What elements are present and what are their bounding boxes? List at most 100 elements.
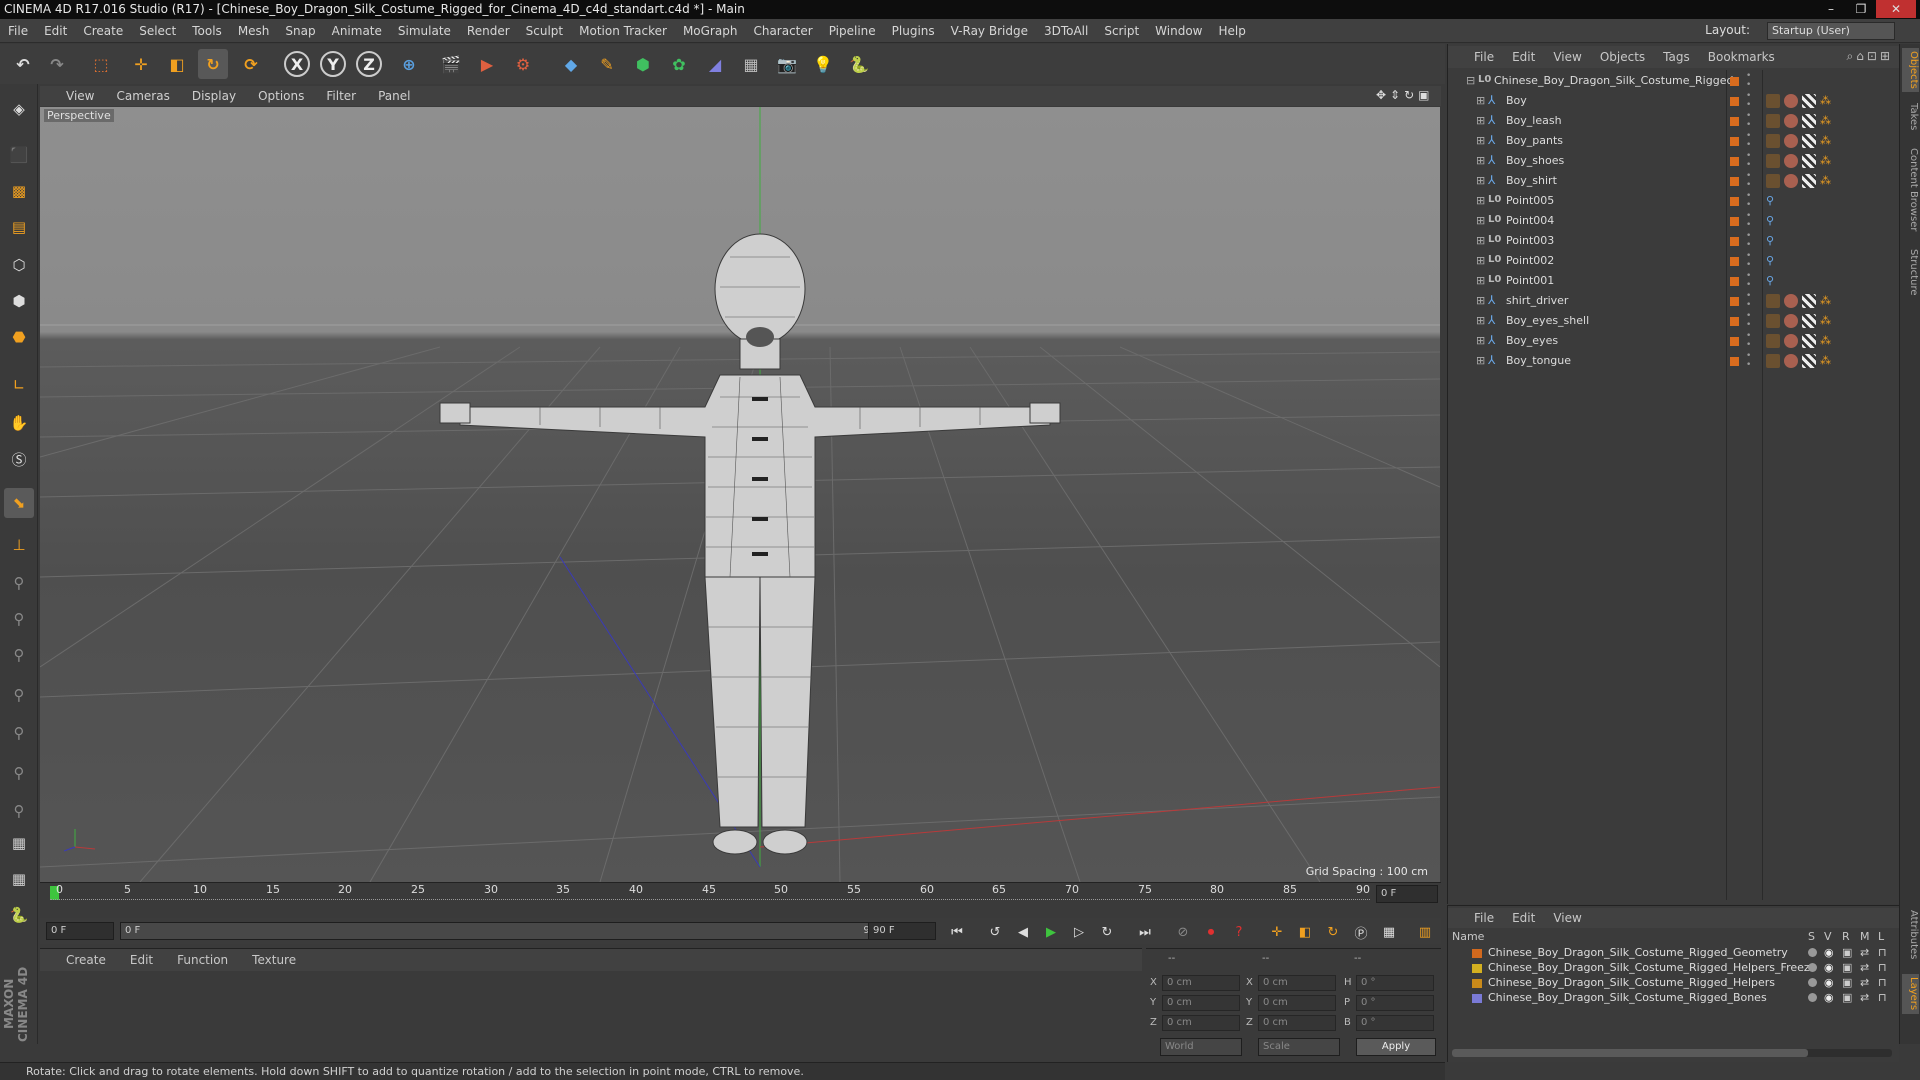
lock-icon[interactable]: ⊓ (1878, 976, 1887, 989)
material-tag-icon[interactable] (1784, 174, 1798, 188)
object-row[interactable]: ⊞ ⅄ Boy_eyes_shell • • ⁂ (1448, 312, 1900, 332)
menu-animate[interactable]: Animate (332, 24, 382, 38)
manager-toggle-icon[interactable]: ⇄ (1860, 991, 1869, 1004)
edges-mode-icon[interactable]: ⬢ (4, 286, 34, 316)
key-position-icon[interactable]: ✛ (1266, 922, 1288, 942)
expand-icon[interactable]: ⊞ (1476, 114, 1485, 127)
visibility-dots[interactable]: • • (1746, 212, 1751, 230)
size-z-field[interactable]: 0 cm (1258, 1015, 1336, 1031)
skin-tag-icon[interactable]: ⁂ (1820, 134, 1831, 147)
python-icon[interactable]: 🐍 (844, 49, 874, 79)
object-row[interactable]: ⊞ ⅄ Boy_pants • • ⁂ (1448, 132, 1900, 152)
visibility-dots[interactable]: • • (1746, 352, 1751, 370)
snapping-icon[interactable]: Ⓢ (4, 444, 34, 474)
object-row[interactable]: ⊞ ⅄ Boy_leash • • ⁂ (1448, 112, 1900, 132)
layer-name[interactable]: Chinese_Boy_Dragon_Silk_Costume_Rigged_H… (1488, 976, 1775, 989)
render-picture-viewer-icon[interactable]: ▶ (472, 49, 502, 79)
object-name[interactable]: shirt_driver (1506, 294, 1568, 307)
object-name[interactable]: Boy_leash (1506, 114, 1562, 127)
object-row[interactable]: ⊞ L0 Point004 • • ⚲ (1448, 212, 1900, 232)
solo-toggle-icon[interactable] (1808, 978, 1817, 987)
cube-icon[interactable]: ◆ (556, 49, 586, 79)
menu-snap[interactable]: Snap (285, 24, 315, 38)
size-x-field[interactable]: 0 cm (1258, 975, 1336, 991)
expand-icon[interactable]: ⊞ (1476, 294, 1485, 307)
texture-tag-icon[interactable] (1802, 134, 1816, 148)
timeline-ruler[interactable]: 0 5 10 15 20 25 30 35 40 45 50 55 60 65 … (40, 882, 1441, 922)
layer-color-swatch[interactable] (1730, 157, 1739, 166)
object-name[interactable]: Boy_tongue (1506, 354, 1571, 367)
object-name[interactable]: Boy (1506, 94, 1527, 107)
visibility-dots[interactable]: • • (1746, 132, 1751, 150)
viewport-menu-panel[interactable]: Panel (378, 89, 410, 103)
tab-structure[interactable]: Structure (1902, 244, 1919, 300)
ik-tag-icon[interactable]: ⚲ (1766, 214, 1780, 228)
checker-mode-icon[interactable]: ▦ (4, 828, 34, 858)
viewport-menu-options[interactable]: Options (258, 89, 304, 103)
visibility-dots[interactable]: • • (1746, 72, 1751, 90)
lock-icon[interactable]: ⊓ (1878, 946, 1887, 959)
model-mode-icon[interactable]: ⬛ (4, 140, 34, 170)
axis-mode-icon[interactable]: ∟ (4, 370, 34, 400)
tab-content-browser[interactable]: Content Browser (1902, 142, 1919, 238)
expand-icon[interactable]: ⊞ (1476, 274, 1485, 287)
autokey-icon[interactable]: ⏺ (1200, 922, 1222, 942)
objects-menu-tags[interactable]: Tags (1663, 50, 1690, 64)
viewport-menu-view[interactable]: View (66, 89, 94, 103)
menu-mograph[interactable]: MoGraph (683, 24, 738, 38)
frame-range-slider[interactable]: 0 F 90 F (120, 922, 900, 940)
skin-tag-icon[interactable]: ⁂ (1820, 354, 1831, 367)
menu-pipeline[interactable]: Pipeline (829, 24, 876, 38)
skin-tag-icon[interactable]: ⁂ (1820, 294, 1831, 307)
rotation-h-field[interactable]: 0 ° (1356, 975, 1434, 991)
render-toggle-icon[interactable]: ▣ (1842, 976, 1852, 989)
move-icon[interactable]: ✛ (126, 49, 156, 79)
make-editable-icon[interactable]: ◈ (4, 94, 34, 124)
ik-tag-icon[interactable]: ⚲ (1766, 274, 1780, 288)
expand-icon[interactable]: ⊞ (1476, 334, 1485, 347)
layer-color-swatch[interactable] (1730, 337, 1739, 346)
object-row[interactable]: ⊞ ⅄ Boy_eyes • • ⁂ (1448, 332, 1900, 352)
tab-takes[interactable]: Takes (1902, 100, 1919, 134)
layer-color-swatch[interactable] (1730, 357, 1739, 366)
play-icon[interactable]: ▶ (1040, 922, 1062, 942)
object-manager-search-icons[interactable]: ⌕⌂⊡⊞ (1847, 49, 1893, 64)
render-toggle-icon[interactable]: ▣ (1842, 946, 1852, 959)
layer-color-swatch[interactable] (1472, 964, 1482, 973)
layer-row[interactable]: Chinese_Boy_Dragon_Silk_Costume_Rigged_G… (1448, 946, 1900, 961)
menu-3dtoall[interactable]: 3DToAll (1044, 24, 1088, 38)
position-z-field[interactable]: 0 cm (1162, 1015, 1240, 1031)
layer-row[interactable]: Chinese_Boy_Dragon_Silk_Costume_Rigged_H… (1448, 976, 1900, 991)
object-name[interactable]: Point003 (1506, 234, 1554, 247)
menu-render[interactable]: Render (467, 24, 510, 38)
visibility-dots[interactable]: • • (1746, 232, 1751, 250)
go-to-start-icon[interactable]: ⏮ (946, 922, 968, 942)
object-row[interactable]: ⊞ L0 Point003 • • ⚲ (1448, 232, 1900, 252)
visibility-eye-icon[interactable]: ◉ (1824, 961, 1834, 974)
next-key-icon[interactable]: ↻ (1096, 922, 1118, 942)
layer-color-swatch[interactable] (1730, 217, 1739, 226)
material-tag-icon[interactable] (1784, 334, 1798, 348)
expand-icon[interactable]: ⊞ (1476, 214, 1485, 227)
key-parameter-icon[interactable]: Ⓟ (1350, 922, 1372, 942)
layer-scrollbar[interactable] (1452, 1049, 1892, 1057)
key-rotation-icon[interactable]: ↻ (1322, 922, 1344, 942)
menu-mesh[interactable]: Mesh (238, 24, 270, 38)
layer-color-swatch[interactable] (1730, 237, 1739, 246)
skin-tag-icon[interactable]: ⁂ (1820, 334, 1831, 347)
visibility-dots[interactable]: • • (1746, 292, 1751, 310)
weight-tool-icon[interactable]: ⚲ (4, 640, 34, 670)
python-script-icon[interactable]: 🐍 (4, 900, 34, 930)
menu-edit[interactable]: Edit (44, 24, 67, 38)
previous-key-icon[interactable]: ↺ (984, 922, 1006, 942)
collapse-icon[interactable]: ⊟ (1466, 74, 1475, 87)
object-row[interactable]: ⊞ ⅄ Boy_shoes • • ⁂ (1448, 152, 1900, 172)
keyframe-selection-icon[interactable]: ? (1228, 922, 1250, 942)
visibility-dots[interactable]: • • (1746, 92, 1751, 110)
texture-mode-icon[interactable]: ▩ (4, 176, 34, 206)
expand-icon[interactable]: ⊞ (1476, 234, 1485, 247)
scale-icon[interactable]: ◧ (162, 49, 192, 79)
expand-icon[interactable]: ⊞ (1476, 314, 1485, 327)
visibility-dots[interactable]: • • (1746, 112, 1751, 130)
texture-tag-icon[interactable] (1802, 334, 1816, 348)
